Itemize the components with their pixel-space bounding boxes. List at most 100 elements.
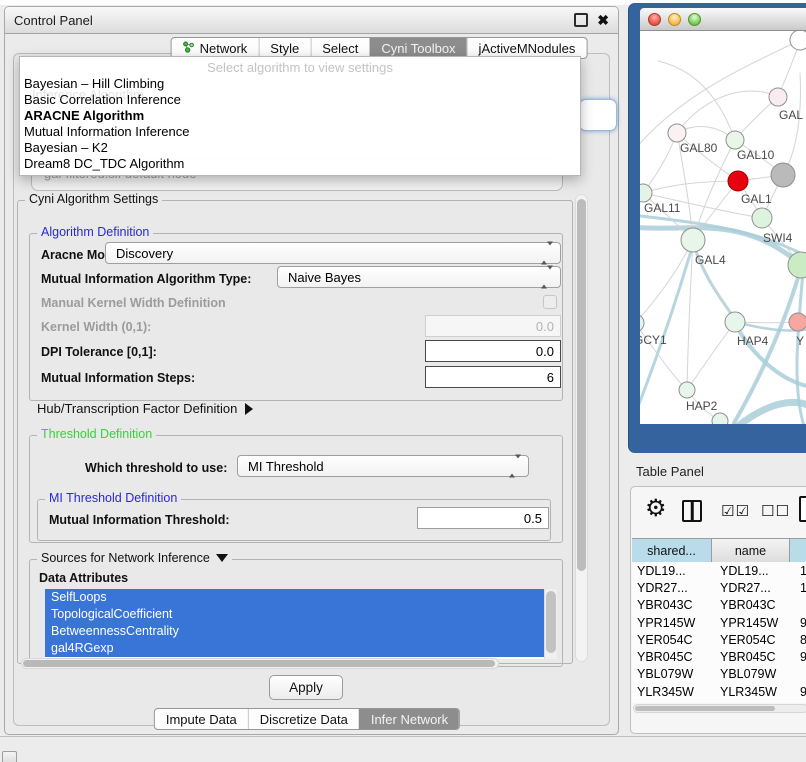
settings-horizontal-scrollbar[interactable] — [21, 658, 499, 669]
network-graph: GALGAL80GAL10GAL1GAL11GAL4SWI4GCY1HAP4YH… — [640, 31, 806, 424]
settings-vertical-scrollbar[interactable] — [575, 194, 588, 662]
algorithm-combo-sliver[interactable] — [579, 99, 617, 131]
hub-definition-toggle[interactable]: Hub/Transcription Factor Definition — [37, 401, 253, 416]
table-row[interactable]: YBL079WYBL079W — [632, 666, 806, 683]
attributes-scrollbar[interactable] — [544, 589, 557, 659]
tab-style[interactable]: Style — [258, 38, 310, 58]
tab-cyni-toolbox[interactable]: Cyni Toolbox — [369, 38, 466, 58]
bottom-left-mini-button[interactable] — [2, 751, 17, 762]
table-row[interactable]: YPR145WYPR145W9. — [632, 614, 806, 631]
table-row[interactable]: YER054CYER054C8. — [632, 631, 806, 648]
attribute-list-item[interactable]: TopologicalCoefficient — [45, 606, 544, 623]
network-node[interactable] — [790, 31, 806, 50]
algorithm-list: Bayesian – Hill ClimbingBasic Correlatio… — [20, 76, 580, 172]
algorithm-option[interactable]: Mutual Information Inference — [20, 124, 580, 140]
scrollbar-thumb[interactable] — [23, 660, 495, 667]
table-cell: YPR145W — [712, 616, 790, 630]
network-node[interactable] — [681, 228, 705, 252]
close-icon[interactable]: ✖ — [597, 13, 609, 27]
which-threshold-combo[interactable]: MI Threshold — [237, 455, 529, 477]
network-node[interactable] — [679, 382, 695, 398]
table-row[interactable]: YDL19...YDL19...13 — [632, 562, 806, 579]
network-node[interactable] — [728, 171, 748, 191]
dpi-tolerance-input[interactable] — [425, 340, 561, 362]
table-row[interactable]: YLR345WYLR345W9. — [632, 683, 806, 700]
mi-algorithm-type-combo[interactable]: Naive Bayes — [277, 266, 561, 288]
node-label: GCY1 — [640, 333, 667, 347]
tab-discretize-data[interactable]: Discretize Data — [248, 709, 359, 729]
network-node[interactable] — [771, 163, 795, 187]
gear-icon[interactable]: ⚙ — [645, 494, 667, 522]
node-label: GAL — [779, 108, 803, 122]
float-window-icon[interactable] — [574, 13, 588, 27]
table-cell: 9. — [790, 650, 806, 664]
network-edge[interactable] — [738, 402, 806, 424]
network-edge[interactable] — [677, 91, 778, 133]
table-cell: YDL19... — [632, 564, 712, 578]
split-columns-icon[interactable] — [682, 500, 702, 522]
network-edge[interactable] — [783, 73, 800, 175]
unselect-checks-icon[interactable]: ☐☐ — [761, 502, 790, 520]
scrollbar-thumb[interactable] — [635, 706, 775, 711]
table-row[interactable]: YBR043CYBR043C — [632, 597, 806, 614]
network-node[interactable] — [769, 88, 787, 106]
algorithm-option[interactable]: Bayesian – K2 — [20, 140, 580, 156]
node-label: GAL80 — [680, 141, 718, 155]
kernel-width-input[interactable] — [425, 315, 561, 337]
network-node[interactable] — [712, 413, 728, 424]
column-header-name[interactable]: name — [712, 539, 790, 562]
algorithm-option[interactable]: Basic Correlation Inference — [20, 92, 580, 108]
table-row[interactable]: YBR045CYBR045C9. — [632, 648, 806, 665]
tab-label: Cyni Toolbox — [381, 41, 455, 56]
table-horizontal-scrollbar[interactable] — [633, 704, 806, 713]
column-header-cut[interactable] — [790, 539, 806, 562]
column-header-shared-name[interactable]: shared... — [632, 539, 712, 562]
network-canvas[interactable]: GALGAL80GAL10GAL1GAL11GAL4SWI4GCY1HAP4YH… — [640, 31, 806, 424]
algorithm-option[interactable]: Bayesian – Hill Climbing — [20, 76, 580, 92]
table-row[interactable]: YDR27...YDR27...12 — [632, 579, 806, 596]
mi-steps-input[interactable] — [425, 366, 561, 388]
combo-value: Naive Bayes — [288, 270, 361, 285]
node-label: GAL10 — [737, 148, 775, 162]
tab-impute-data[interactable]: Impute Data — [155, 709, 248, 729]
tab-select[interactable]: Select — [310, 38, 369, 58]
scrollbar-thumb[interactable] — [577, 199, 586, 571]
mi-steps-label: Mutual Information Steps: — [41, 371, 195, 385]
apply-button[interactable]: Apply — [269, 675, 343, 700]
network-edge[interactable] — [687, 322, 735, 390]
tab-label: Style — [270, 41, 299, 56]
network-node[interactable] — [640, 314, 644, 332]
network-node[interactable] — [725, 312, 745, 332]
attribute-list-item[interactable]: gal4RGexp — [45, 640, 544, 657]
network-window-titlebar[interactable] — [640, 8, 806, 31]
select-checks-icon[interactable]: ☑☑ — [721, 502, 750, 520]
network-node[interactable] — [789, 313, 806, 331]
attribute-list-item[interactable]: BetweennessCentrality — [45, 623, 544, 640]
minimize-traffic-light-icon[interactable] — [668, 13, 681, 26]
algorithm-option[interactable]: Dream8 DC_TDC Algorithm — [20, 156, 580, 172]
new-table-icon[interactable] — [799, 496, 806, 522]
attribute-list-item[interactable]: SelfLoops — [45, 589, 544, 606]
tab-network[interactable]: Network — [172, 38, 259, 58]
table-cell: YIL052C — [632, 702, 712, 703]
aracne-mode-combo[interactable]: Discovery — [105, 242, 561, 264]
algorithm-option[interactable]: ARACNE Algorithm — [20, 108, 580, 124]
sources-group-title[interactable]: Sources for Network Inference — [37, 551, 232, 565]
network-edge[interactable] — [640, 240, 693, 323]
network-node[interactable] — [752, 208, 772, 228]
network-edge[interactable] — [643, 133, 677, 193]
close-traffic-light-icon[interactable] — [648, 13, 661, 26]
tab-jactivemnodules[interactable]: jActiveMNodules — [467, 38, 587, 58]
tab-infer-network[interactable]: Infer Network — [359, 709, 459, 729]
network-edge[interactable] — [643, 181, 738, 193]
network-node[interactable] — [668, 124, 686, 142]
table-body: YDL19...YDL19...13YDR27...YDR27...12YBR0… — [632, 562, 806, 703]
scrollbar-thumb[interactable] — [546, 591, 556, 653]
network-node[interactable] — [726, 131, 744, 149]
zoom-traffic-light-icon[interactable] — [688, 13, 701, 26]
data-attributes-list[interactable]: SelfLoopsTopologicalCoefficientBetweenne… — [45, 589, 557, 659]
manual-kernel-checkbox[interactable] — [543, 295, 557, 309]
mi-threshold-input[interactable] — [417, 507, 549, 529]
table-cell: 9. — [790, 685, 806, 699]
table-row[interactable]: YIL052CYIL052C9 — [632, 700, 806, 703]
